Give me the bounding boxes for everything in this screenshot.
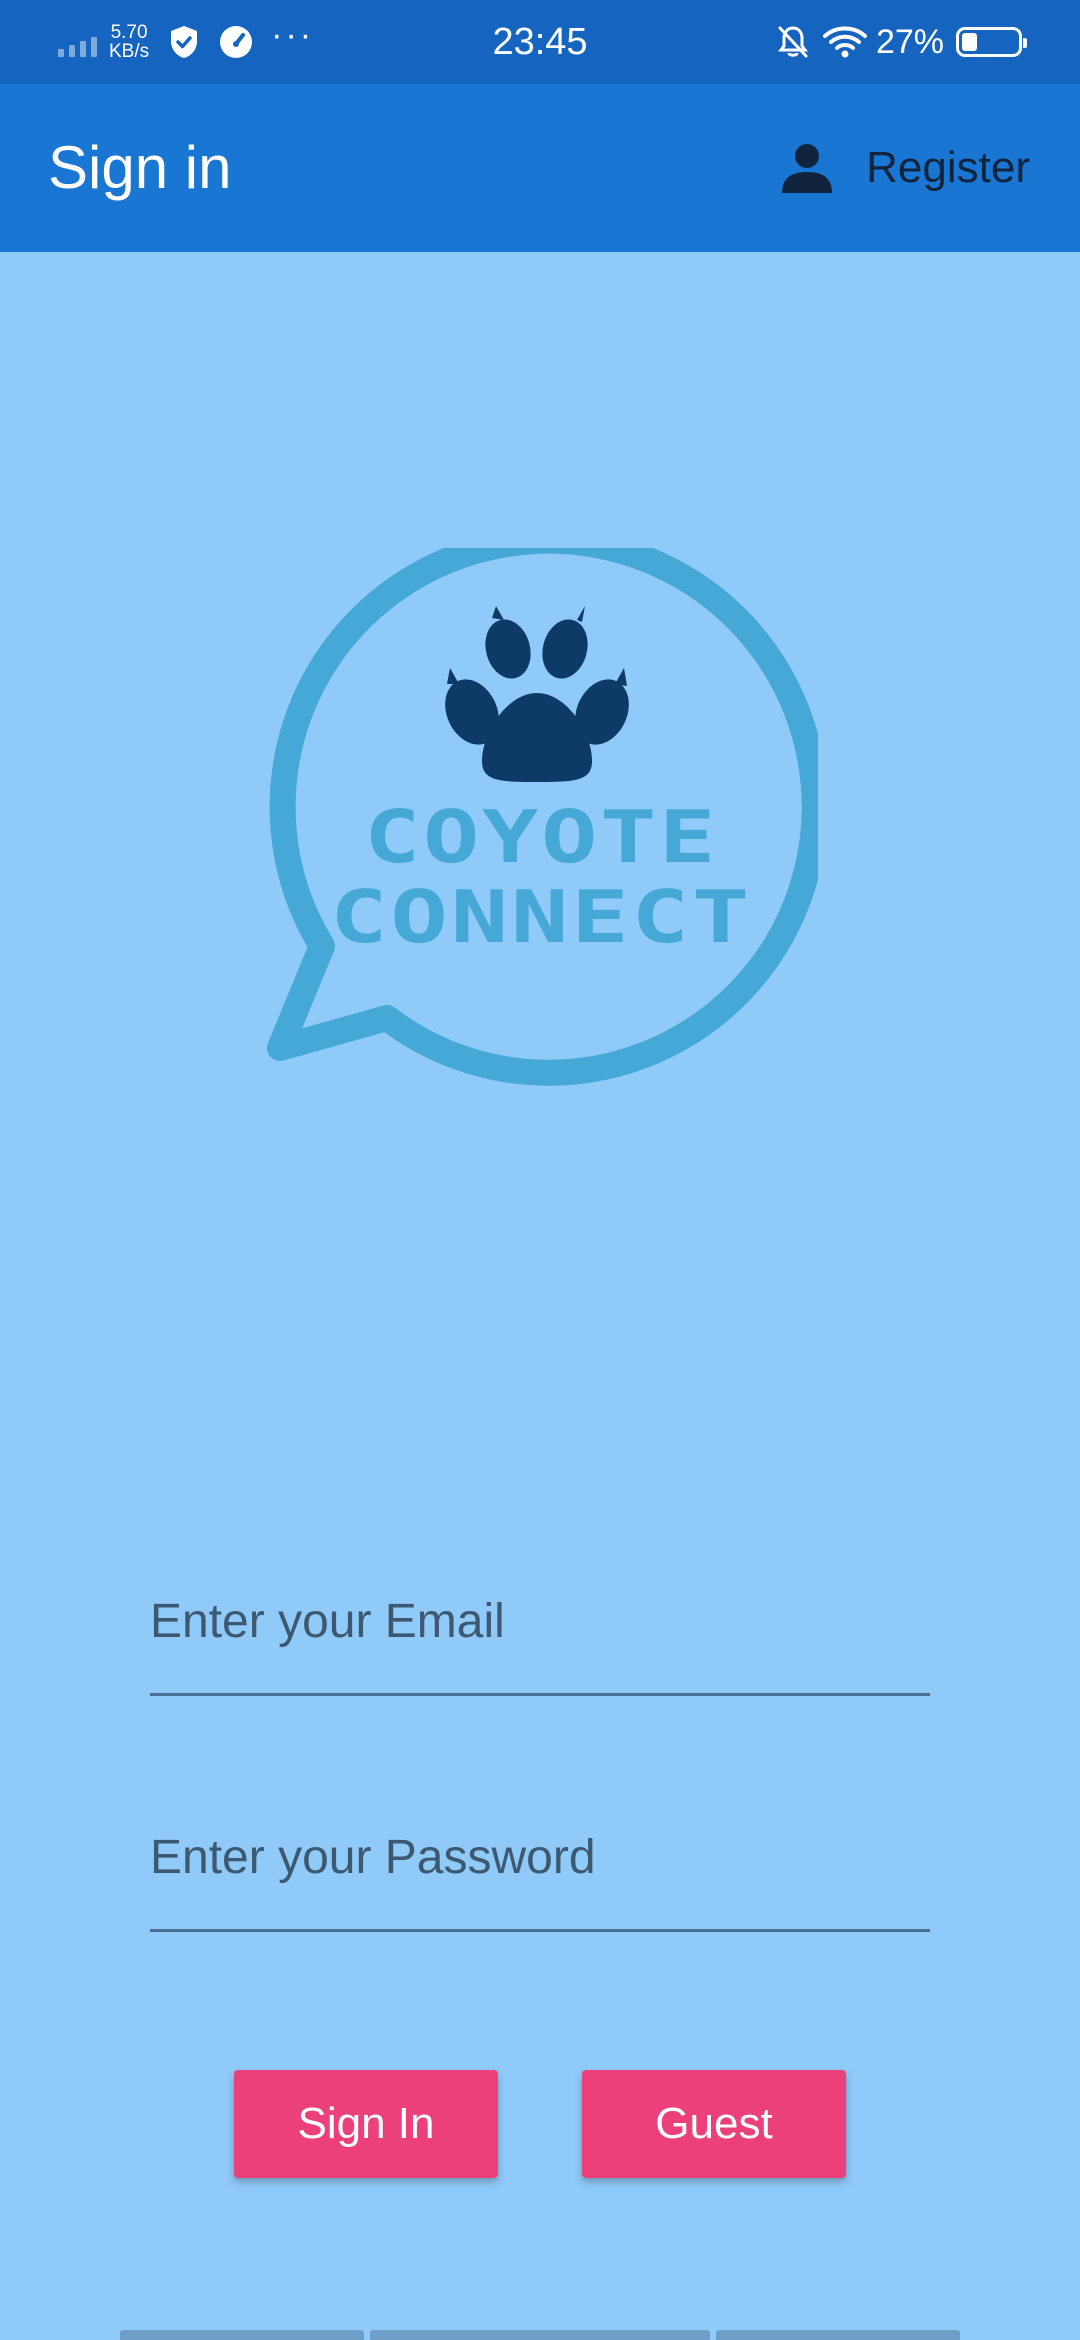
bell-off-icon [776,25,810,59]
net-speed-value: 5.70 [110,22,148,43]
guest-button[interactable]: Guest [582,2070,846,2178]
coyote-connect-logo: COYOTE CONNECT [267,548,818,1086]
logo-line-connect: CONNECT [330,875,752,959]
status-right-group: 27% [776,0,1027,84]
paw-print-icon [445,606,629,782]
email-input[interactable] [150,1594,930,1649]
bottom-tab-3[interactable] [716,2330,960,2340]
status-left-group: 5.70 KB/s ··· [58,0,314,84]
email-field [150,1592,930,1696]
register-label: Register [866,143,1030,192]
status-bar: 5.70 KB/s ··· 23:45 27% [0,0,1080,84]
net-speed-unit: KB/s [109,41,150,62]
register-button[interactable]: Register [770,122,1030,214]
password-input[interactable] [150,1830,930,1885]
battery-icon [956,27,1027,57]
sign-in-button[interactable]: Sign In [234,2070,498,2178]
password-field [150,1828,930,1932]
bottom-tab-1[interactable] [120,2330,364,2340]
bottom-tabs [0,2330,1080,2340]
signal-icon [58,27,97,57]
battery-percent: 27% [875,22,944,61]
sign-in-screen: 5.70 KB/s ··· 23:45 27% Sign in Register… [0,0,1080,2340]
battery-level-fill [962,33,977,51]
page-title: Sign in [48,134,232,201]
net-speed: 5.70 KB/s [109,23,149,61]
more-dots-icon: ··· [271,16,315,54]
speedometer-icon [219,25,253,59]
bottom-tab-2[interactable] [370,2330,710,2340]
app-bar: Sign in Register [0,84,1080,252]
wifi-icon [822,25,868,59]
person-icon [782,144,833,193]
logo-line-coyote: COYOTE [364,795,718,879]
shield-check-icon [167,25,201,59]
